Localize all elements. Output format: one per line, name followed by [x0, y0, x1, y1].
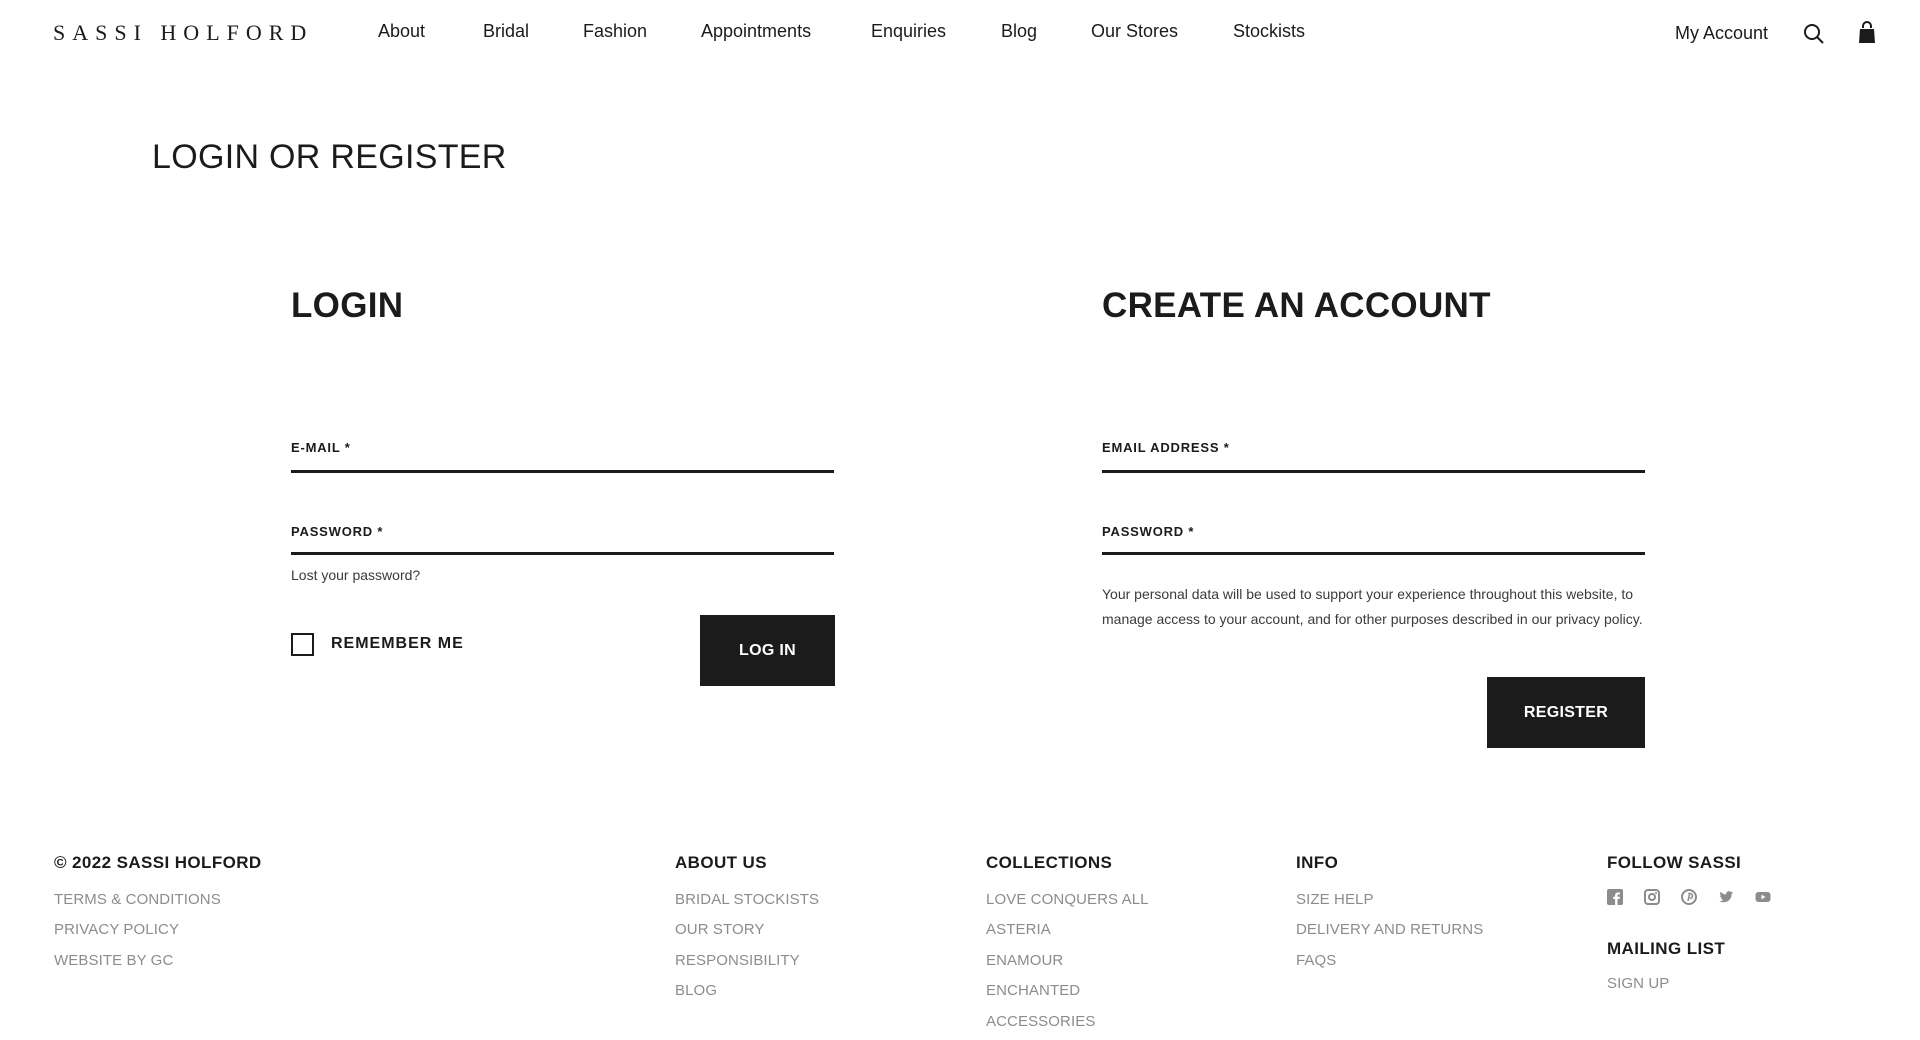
- footer-link-responsibility[interactable]: RESPONSIBILITY: [675, 952, 819, 982]
- footer-about: ABOUT US BRIDAL STOCKISTS OUR STORY RESP…: [675, 853, 819, 1013]
- login-title: LOGIN: [291, 286, 404, 325]
- footer-link-bridal-stockists[interactable]: BRIDAL STOCKISTS: [675, 891, 819, 921]
- register-email-underline: [1102, 470, 1645, 473]
- register-password-underline: [1102, 552, 1645, 555]
- info-heading: INFO: [1296, 853, 1339, 872]
- about-heading: ABOUT US: [675, 853, 767, 872]
- footer-link-size-help[interactable]: SIZE HELP: [1296, 891, 1483, 921]
- footer-link-blog[interactable]: BLOG: [675, 982, 819, 1012]
- footer-link-accessories[interactable]: ACCESSORIES: [986, 1013, 1149, 1040]
- login-email-underline: [291, 470, 834, 473]
- footer-link-enamour[interactable]: ENAMOUR: [986, 952, 1149, 982]
- register-password-input[interactable]: [1102, 527, 1645, 553]
- facebook-icon[interactable]: [1607, 889, 1625, 905]
- footer-link-enchanted[interactable]: ENCHANTED: [986, 982, 1149, 1012]
- youtube-icon[interactable]: [1755, 889, 1773, 905]
- page-title: LOGIN OR REGISTER: [152, 138, 507, 176]
- login-button[interactable]: LOG IN: [700, 615, 835, 686]
- footer-link-asteria[interactable]: ASTERIA: [986, 921, 1149, 951]
- login-password-input[interactable]: [291, 527, 834, 553]
- footer-collections: COLLECTIONS LOVE CONQUERS ALL ASTERIA EN…: [986, 853, 1149, 1040]
- footer-follow: FOLLOW SASSI MAILING LIST SIGN UP: [1607, 853, 1773, 1005]
- site-header: SASSI HOLFORD About Bridal Fashion Appoi…: [0, 0, 1920, 66]
- login-email-input[interactable]: [291, 444, 834, 470]
- footer-link-faqs[interactable]: FAQS: [1296, 952, 1483, 982]
- follow-heading: FOLLOW SASSI: [1607, 853, 1742, 872]
- footer-link-delivery-returns[interactable]: DELIVERY AND RETURNS: [1296, 921, 1483, 951]
- remember-me-label[interactable]: REMEMBER ME: [331, 635, 464, 653]
- mailing-list-heading: MAILING LIST: [1607, 939, 1726, 958]
- pinterest-icon[interactable]: [1681, 889, 1699, 905]
- site-logo[interactable]: SASSI HOLFORD: [53, 20, 313, 46]
- footer-legal: © 2022 SASSI HOLFORD TERMS & CONDITIONS …: [54, 853, 262, 982]
- social-icons: [1607, 889, 1773, 905]
- remember-me-checkbox[interactable]: [291, 633, 314, 656]
- website-by-link[interactable]: WEBSITE BY GC: [54, 952, 262, 982]
- login-password-underline: [291, 552, 834, 555]
- nav-blog[interactable]: Blog: [1001, 21, 1037, 42]
- register-email-input[interactable]: [1102, 444, 1645, 470]
- sign-up-link[interactable]: SIGN UP: [1607, 975, 1773, 1005]
- instagram-icon[interactable]: [1644, 889, 1662, 905]
- nav-our-stores[interactable]: Our Stores: [1091, 21, 1178, 42]
- nav-enquiries[interactable]: Enquiries: [871, 21, 946, 42]
- footer-link-our-story[interactable]: OUR STORY: [675, 921, 819, 951]
- footer-info: INFO SIZE HELP DELIVERY AND RETURNS FAQS: [1296, 853, 1483, 982]
- nav-stockists[interactable]: Stockists: [1233, 21, 1305, 42]
- lost-password-link[interactable]: Lost your password?: [291, 567, 420, 583]
- collections-heading: COLLECTIONS: [986, 853, 1113, 872]
- footer-link-love-conquers-all[interactable]: LOVE CONQUERS ALL: [986, 891, 1149, 921]
- register-button[interactable]: REGISTER: [1487, 677, 1645, 748]
- copyright: © 2022 SASSI HOLFORD: [54, 853, 262, 872]
- nav-appointments[interactable]: Appointments: [701, 21, 811, 42]
- privacy-policy-link[interactable]: PRIVACY POLICY: [54, 921, 262, 951]
- register-title: CREATE AN ACCOUNT: [1102, 286, 1491, 325]
- nav-bridal[interactable]: Bridal: [483, 21, 529, 42]
- my-account-link[interactable]: My Account: [1675, 23, 1768, 44]
- search-icon[interactable]: [1803, 23, 1825, 45]
- shopping-bag-icon[interactable]: [1857, 21, 1877, 45]
- privacy-notice: Your personal data will be used to suppo…: [1102, 586, 1643, 627]
- nav-fashion[interactable]: Fashion: [583, 21, 647, 42]
- terms-link[interactable]: TERMS & CONDITIONS: [54, 891, 262, 921]
- twitter-icon[interactable]: [1718, 889, 1736, 905]
- nav-about[interactable]: About: [378, 21, 425, 42]
